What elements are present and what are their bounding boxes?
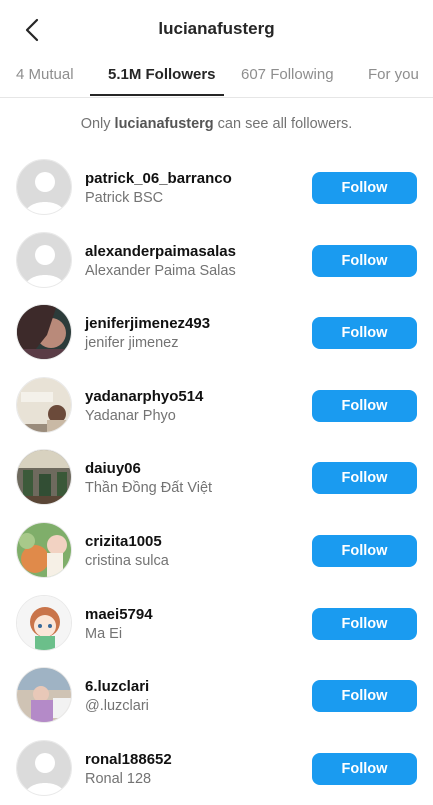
follower-row[interactable]: alexanderpaimasalas Alexander Paima Salas… — [0, 225, 433, 298]
notice-username: lucianafusterg — [114, 116, 214, 132]
follower-username[interactable]: daiuy06 — [85, 460, 141, 477]
privacy-notice: Only lucianafusterg can see all follower… — [0, 116, 433, 132]
follow-button[interactable]: Follow — [312, 680, 417, 713]
follow-button[interactable]: Follow — [312, 172, 417, 204]
tab-for-you[interactable]: For you — [368, 58, 419, 92]
follower-full-name: Thần Đồng Đất Việt — [85, 480, 213, 497]
follow-button[interactable]: Follow — [312, 244, 417, 277]
default-avatar-icon[interactable] — [16, 159, 72, 215]
page-title: lucianafusterg — [158, 19, 275, 38]
follower-row[interactable]: yadanarphyo514 Yadanar Phyo Follow — [0, 370, 433, 443]
followers-list: patrick_06_barranco Patrick BSC Follow alex… — [0, 152, 433, 805]
top-bar: lucianafusterg — [0, 0, 433, 60]
tab-bar: 4 Mutual 5.1M Followers 607 Following Fo… — [0, 58, 433, 98]
avatar[interactable] — [16, 667, 72, 724]
follower-row[interactable]: patrick_06_barranco Patrick BSC Follow — [0, 152, 433, 225]
notice-prefix: Only — [80, 116, 115, 132]
follower-full-name: Yadanar Phyo — [85, 407, 176, 424]
follower-row[interactable]: maei5794 Ma Ei Follow — [0, 588, 433, 661]
follower-username[interactable]: crizita1005 — [85, 533, 162, 550]
follow-button[interactable]: Follow — [312, 534, 417, 567]
follow-button[interactable]: Follow — [312, 752, 417, 785]
avatar[interactable] — [16, 594, 72, 651]
default-avatar-icon[interactable] — [16, 739, 72, 796]
default-avatar-icon[interactable] — [16, 231, 72, 288]
follower-username[interactable]: ronal188652 — [85, 751, 172, 768]
avatar[interactable] — [16, 376, 72, 433]
notice-suffix: can see all followers. — [213, 116, 353, 132]
follower-username[interactable]: jeniferjimenez493 — [85, 315, 210, 332]
avatar[interactable] — [16, 521, 72, 578]
tab-followers[interactable]: 5.1M Followers — [108, 58, 216, 92]
follower-username[interactable]: patrick_06_barranco — [85, 170, 232, 187]
follow-button[interactable]: Follow — [312, 607, 417, 640]
follower-username[interactable]: yadanarphyo514 — [85, 388, 203, 405]
avatar[interactable] — [16, 304, 72, 361]
tab-mutual[interactable]: 4 Mutual — [16, 58, 74, 92]
follower-full-name: @.luzclari — [85, 698, 149, 715]
tab-following[interactable]: 607 Following — [241, 58, 334, 92]
follow-button[interactable]: Follow — [312, 462, 417, 495]
follow-button[interactable]: Follow — [312, 317, 417, 350]
follower-row[interactable]: daiuy06 Thần Đồng Đất Việt Follow — [0, 442, 433, 515]
follower-username[interactable]: 6.luzclari — [85, 678, 149, 695]
follow-button[interactable]: Follow — [312, 389, 417, 422]
follower-row[interactable]: ronal188652 Ronal 128 Follow — [0, 733, 433, 805]
follower-full-name: Patrick BSC — [85, 190, 164, 206]
follower-row[interactable]: jeniferjimenez493 jenifer jimenez Follow — [0, 297, 433, 370]
active-tab-indicator — [90, 94, 224, 96]
follower-full-name: Ronal 128 — [85, 770, 152, 787]
follower-row[interactable]: crizita1005 cristina sulca Follow — [0, 515, 433, 588]
follower-username[interactable]: maei5794 — [85, 606, 153, 623]
follower-full-name: cristina sulca — [85, 552, 169, 569]
avatar[interactable] — [16, 449, 72, 506]
follower-full-name: jenifer jimenez — [85, 335, 179, 352]
follower-row[interactable]: 6.luzclari @.luzclari Follow — [0, 660, 433, 733]
follower-username[interactable]: alexanderpaimasalas — [85, 243, 236, 260]
follower-full-name: Alexander Paima Salas — [85, 262, 236, 279]
follower-full-name: Ma Ei — [85, 625, 123, 642]
